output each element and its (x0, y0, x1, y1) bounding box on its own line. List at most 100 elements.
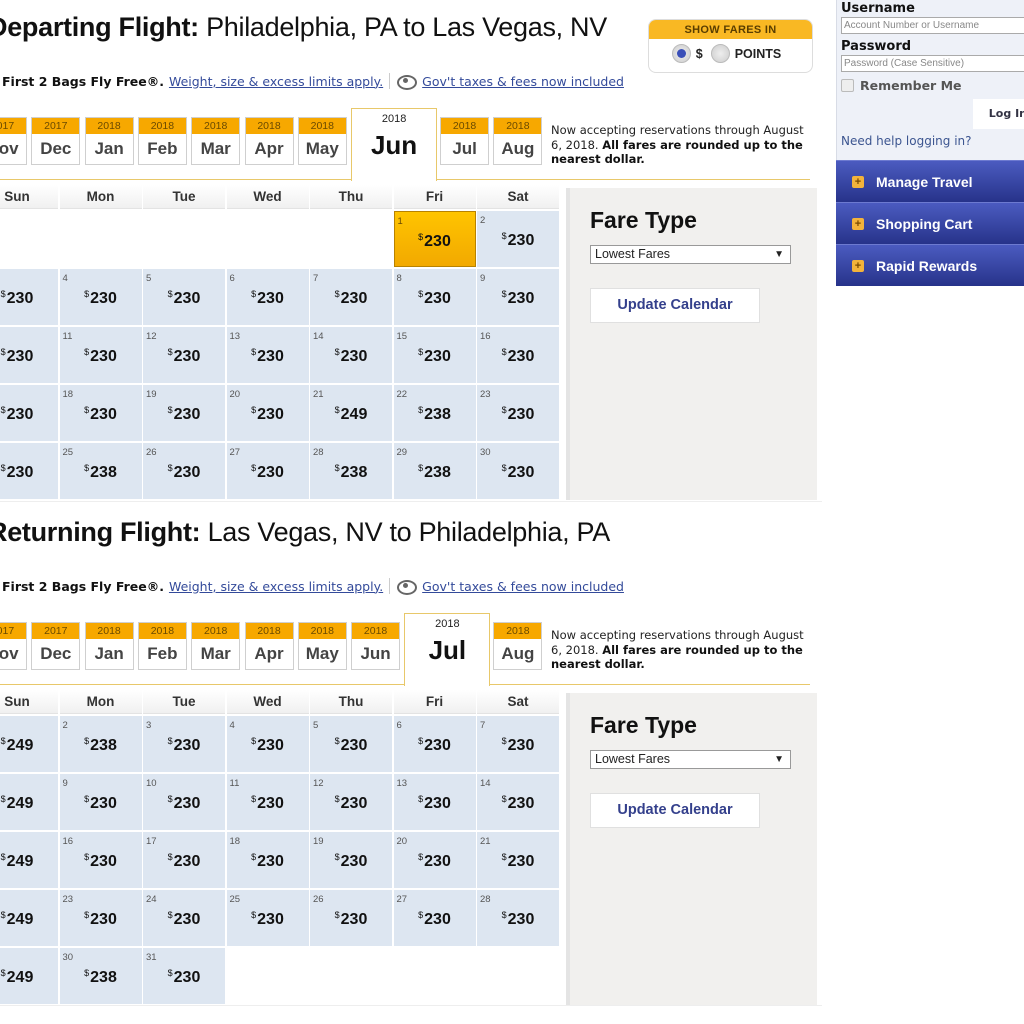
calendar-day[interactable]: 13 $230 (393, 774, 476, 830)
calendar-day[interactable]: 14 $230 (477, 774, 559, 830)
calendar-day[interactable]: 12 $230 (310, 774, 392, 830)
calendar-day[interactable]: 31 $230 (143, 948, 225, 1004)
calendar-day[interactable]: 26 $230 (143, 443, 225, 499)
update-calendar-button[interactable]: Update Calendar (590, 793, 760, 828)
month-tab-jan[interactable]: 2018 Jan (84, 622, 134, 670)
calendar-day[interactable]: 2 $230 (477, 211, 559, 267)
calendar-day[interactable]: 11 $230 (226, 774, 309, 830)
bag-limits-link[interactable]: Weight, size & excess limits apply. (169, 579, 383, 594)
calendar-day[interactable]: 22 $238 (393, 385, 476, 441)
month-tab-mar[interactable]: 2018 Mar (191, 117, 241, 165)
calendar-day[interactable]: 22$249 (0, 890, 58, 946)
help-login-link[interactable]: Need help logging in? (841, 134, 972, 148)
taxes-link[interactable]: Gov't taxes & fees now included (422, 74, 624, 89)
month-tab-nov[interactable]: 2017 Nov (0, 117, 27, 165)
fare-type-select[interactable]: Lowest Fares ▼ (590, 245, 791, 264)
calendar-day[interactable]: 26 $230 (310, 890, 392, 946)
month-tab-jul[interactable]: 2018 Jul (440, 117, 490, 165)
calendar-day[interactable]: 9 $230 (59, 774, 142, 830)
month-tab-jun[interactable]: 2018 Jun (351, 108, 438, 181)
month-tab-jun[interactable]: 2018 Jun (351, 622, 401, 670)
month-tab-apr[interactable]: 2018 Apr (244, 117, 294, 165)
calendar-day[interactable]: 15$249 (0, 832, 58, 888)
calendar-day[interactable]: 25 $238 (59, 443, 142, 499)
month-tab-aug[interactable]: 2018 Aug (493, 622, 543, 670)
calendar-day[interactable]: 8 $230 (393, 269, 476, 325)
calendar-day[interactable]: 16 $230 (59, 832, 142, 888)
month-tab-mar[interactable]: 2018 Mar (191, 622, 241, 670)
calendar-day[interactable]: 20 $230 (393, 832, 476, 888)
login-button[interactable]: Log In (973, 99, 1024, 129)
calendar-day[interactable]: 6 $230 (226, 269, 309, 325)
fare-type-select[interactable]: Lowest Fares ▼ (590, 750, 791, 769)
calendar-day[interactable]: 23 $230 (59, 890, 142, 946)
update-calendar-button[interactable]: Update Calendar (590, 288, 760, 323)
month-tab-apr[interactable]: 2018 Apr (244, 622, 294, 670)
nav-rapid-rewards[interactable]: + Rapid Rewards (836, 244, 1024, 286)
remember-me-checkbox[interactable] (841, 79, 854, 92)
calendar-day[interactable]: 30 $230 (477, 443, 559, 499)
month-tab-may[interactable]: 2018 May (297, 117, 347, 165)
calendar-day[interactable]: 16 $230 (477, 327, 559, 383)
calendar-day[interactable]: 21 $249 (310, 385, 392, 441)
calendar-day[interactable]: 28 $230 (477, 890, 559, 946)
calendar-day[interactable]: 19 $230 (310, 832, 392, 888)
month-tab-feb[interactable]: 2018 Feb (137, 117, 187, 165)
calendar-day[interactable]: 10$230 (0, 327, 58, 383)
calendar-day[interactable]: 19 $230 (143, 385, 225, 441)
month-tab-may[interactable]: 2018 May (297, 622, 347, 670)
calendar-day[interactable]: 29 $238 (393, 443, 476, 499)
taxes-link[interactable]: Gov't taxes & fees now included (422, 579, 624, 594)
calendar-day[interactable]: 4 $230 (59, 269, 142, 325)
month-tab-jul[interactable]: 2018 Jul (404, 613, 491, 686)
bag-limits-link[interactable]: Weight, size & excess limits apply. (169, 74, 383, 89)
points-radio[interactable] (710, 44, 730, 63)
calendar-day[interactable]: 13 $230 (226, 327, 309, 383)
calendar-day[interactable]: 27 $230 (226, 443, 309, 499)
calendar-day[interactable]: 25 $230 (226, 890, 309, 946)
calendar-day[interactable]: 3$230 (0, 269, 58, 325)
password-input[interactable] (841, 55, 1024, 72)
remember-me[interactable]: Remember Me (841, 78, 962, 93)
month-tab-aug[interactable]: 2018 Aug (493, 117, 543, 165)
calendar-day[interactable]: 20 $230 (226, 385, 309, 441)
calendar-day[interactable]: 7 $230 (477, 716, 559, 772)
calendar-day[interactable]: 5 $230 (143, 269, 225, 325)
calendar-day[interactable]: 28 $238 (310, 443, 392, 499)
username-input[interactable] (841, 17, 1024, 34)
calendar-day[interactable]: 17$230 (0, 385, 58, 441)
calendar-day[interactable]: 30 $238 (59, 948, 142, 1004)
calendar-day[interactable]: 29$249 (0, 948, 58, 1004)
calendar-day[interactable]: 24$230 (143, 890, 225, 946)
calendar-day[interactable]: 5 $230 (310, 716, 392, 772)
month-tab-feb[interactable]: 2018 Feb (137, 622, 187, 670)
calendar-day[interactable]: 9 $230 (477, 269, 559, 325)
month-tab-dec[interactable]: 2017 Dec (31, 622, 81, 670)
calendar-day[interactable]: 15 $230 (393, 327, 476, 383)
calendar-day[interactable]: 23 $230 (477, 385, 559, 441)
month-tab-dec[interactable]: 2017 Dec (31, 117, 81, 165)
calendar-day[interactable]: 11 $230 (59, 327, 142, 383)
calendar-day[interactable]: 17$230 (143, 832, 225, 888)
calendar-day[interactable]: 2 $238 (59, 716, 142, 772)
month-tab-nov[interactable]: 2017 Nov (0, 622, 27, 670)
nav-shopping-cart[interactable]: + Shopping Cart (836, 202, 1024, 244)
calendar-day[interactable]: 1$249 (0, 716, 58, 772)
calendar-day[interactable]: 24$230 (0, 443, 58, 499)
calendar-day[interactable]: 4 $230 (226, 716, 309, 772)
calendar-day[interactable]: 14 $230 (310, 327, 392, 383)
calendar-day[interactable]: 1 $230 (393, 211, 476, 267)
dollars-radio[interactable] (671, 44, 691, 63)
calendar-day[interactable]: 3$230 (143, 716, 225, 772)
calendar-day[interactable]: 10$230 (143, 774, 225, 830)
calendar-day[interactable]: 27 $230 (393, 890, 476, 946)
calendar-day[interactable]: 21 $230 (477, 832, 559, 888)
calendar-day[interactable]: 8$249 (0, 774, 58, 830)
calendar-day[interactable]: 7 $230 (310, 269, 392, 325)
calendar-day[interactable]: 6 $230 (393, 716, 476, 772)
calendar-day[interactable]: 12 $230 (143, 327, 225, 383)
nav-manage-travel[interactable]: + Manage Travel (836, 160, 1024, 202)
calendar-day[interactable]: 18 $230 (226, 832, 309, 888)
calendar-day[interactable]: 18 $230 (59, 385, 142, 441)
month-tab-jan[interactable]: 2018 Jan (84, 117, 134, 165)
